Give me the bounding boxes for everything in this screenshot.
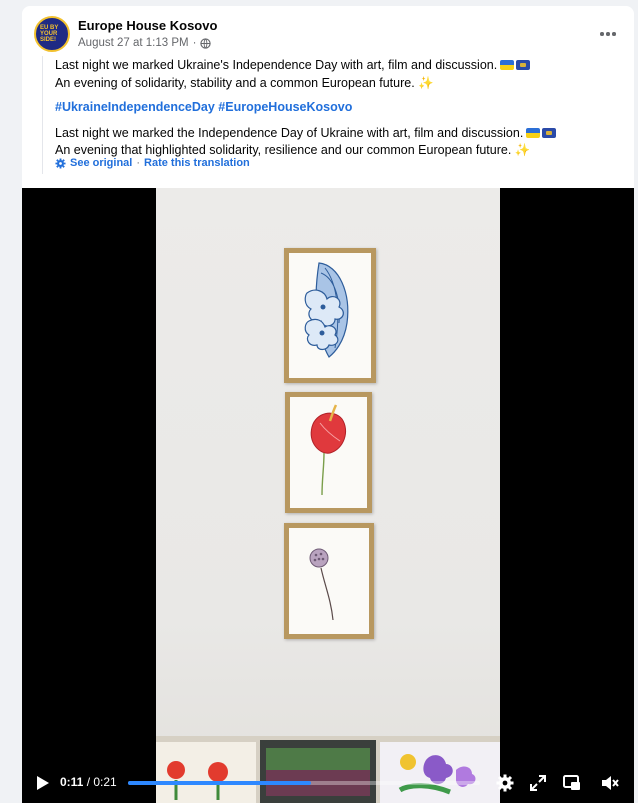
hashtag-ukraine-independence-day[interactable]: #UkraineIndependenceDay	[55, 100, 215, 114]
kosovo-flag-icon	[516, 60, 531, 70]
settings-gear-icon[interactable]	[495, 773, 515, 793]
play-icon[interactable]	[36, 775, 50, 791]
translation-divider	[42, 56, 43, 174]
post-header: EU BY YOUR SIDE! Europe House Kosovo Aug…	[34, 16, 622, 56]
post-text-translated: Last night we marked the Independence Da…	[55, 125, 625, 160]
gear-icon	[55, 157, 66, 169]
sparkle-icon: ✨	[418, 75, 434, 90]
post-date-link[interactable]: August 27 at 1:13 PM	[78, 37, 189, 49]
avatar[interactable]: EU BY YOUR SIDE!	[34, 16, 70, 52]
video-player[interactable]: 0:11 / 0:21	[22, 188, 634, 803]
blue-flower-drawing	[304, 262, 349, 358]
see-original-link[interactable]: See original	[70, 157, 132, 169]
hashtag-europe-house-kosovo[interactable]: #EuropeHouseKosovo	[218, 100, 352, 114]
post-body: Last night we marked Ukraine's Independe…	[55, 57, 625, 160]
post-text-line-2: An evening of solidarity, stability and …	[55, 75, 415, 90]
hashtags: #UkraineIndependenceDay #EuropeHouseKoso…	[55, 99, 625, 117]
post-card: EU BY YOUR SIDE! Europe House Kosovo Aug…	[22, 6, 634, 803]
rate-translation-link[interactable]: Rate this translation	[144, 157, 250, 169]
picture-in-picture-icon[interactable]	[562, 773, 582, 793]
translation-separator: ·	[136, 157, 141, 169]
avatar-logo-text: EU BY YOUR SIDE!	[40, 25, 59, 43]
page-name-link[interactable]: Europe House Kosovo	[78, 18, 217, 33]
sparkle-icon: ✨	[514, 143, 531, 157]
fullscreen-icon[interactable]	[528, 773, 548, 793]
progress-bar[interactable]	[128, 781, 480, 785]
translation-row: See original · Rate this translation	[55, 157, 250, 169]
framed-artwork-purple-flower	[284, 523, 374, 639]
post-text-line-1: Last night we marked Ukraine's Independe…	[55, 58, 498, 72]
post-text-original: Last night we marked Ukraine's Independe…	[55, 57, 625, 92]
ukraine-flag-icon	[526, 127, 541, 138]
red-flower-drawing	[310, 404, 346, 496]
current-time: 0:11	[60, 775, 84, 789]
mute-icon[interactable]	[600, 773, 620, 793]
kosovo-flag-icon	[542, 127, 557, 138]
video-time: 0:11 / 0:21	[60, 775, 117, 789]
framed-artwork-red-flower	[285, 392, 372, 513]
video-controls: 0:11 / 0:21	[22, 766, 634, 803]
translated-line-1: Last night we marked the Independence Da…	[55, 125, 524, 140]
translated-line-2: An evening that highlighted solidarity, …	[55, 143, 512, 157]
purple-flower-drawing	[309, 548, 334, 621]
framed-artwork-blue-flowers	[284, 248, 376, 383]
meta-separator: ·	[192, 37, 197, 49]
post-meta: August 27 at 1:13 PM ·	[78, 37, 212, 49]
ukraine-flag-icon	[500, 60, 515, 70]
more-options-icon[interactable]	[596, 24, 620, 44]
progress-fill	[128, 781, 312, 785]
total-time: 0:21	[93, 775, 117, 789]
globe-icon	[200, 37, 212, 49]
time-separator: /	[83, 775, 94, 789]
